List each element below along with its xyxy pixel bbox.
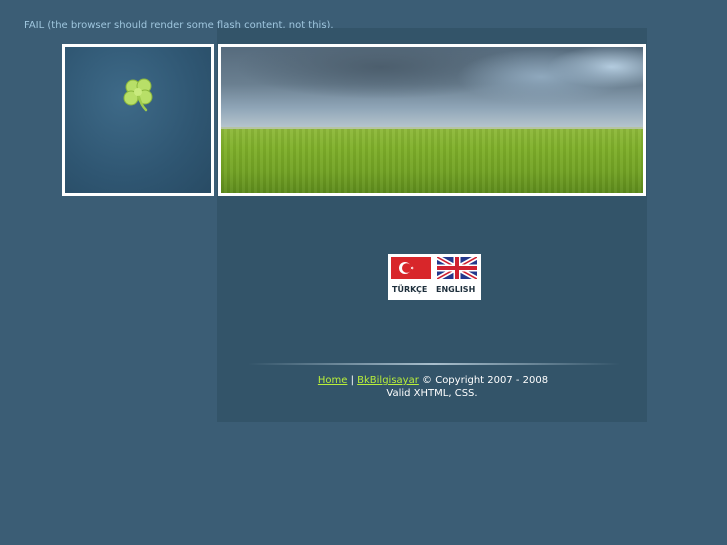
uk-flag-icon[interactable]: [437, 257, 477, 279]
copyright-text: © Copyright 2007 - 2008: [422, 375, 549, 386]
banner-sky: [221, 47, 643, 129]
turkey-flag-icon[interactable]: [391, 257, 431, 279]
banner-field: [221, 129, 643, 193]
home-link[interactable]: Home: [318, 375, 348, 386]
footer-divider: [248, 363, 620, 365]
footer-separator: |: [350, 375, 354, 386]
language-turkish-label[interactable]: TÜRKÇE: [392, 285, 427, 294]
validity-text: Valid XHTML, CSS.: [386, 388, 478, 399]
logo-panel: [62, 44, 214, 196]
language-selector: TÜRKÇE ENGLISH: [388, 254, 481, 300]
footer-line-links: Home | BkBilgisayar © Copyright 2007 - 2…: [217, 374, 647, 387]
language-english-label[interactable]: ENGLISH: [436, 285, 475, 294]
landscape-banner: [218, 44, 646, 196]
footer: Home | BkBilgisayar © Copyright 2007 - 2…: [217, 374, 647, 400]
site-link[interactable]: BkBilgisayar: [357, 375, 419, 386]
clover-icon: [123, 78, 153, 112]
